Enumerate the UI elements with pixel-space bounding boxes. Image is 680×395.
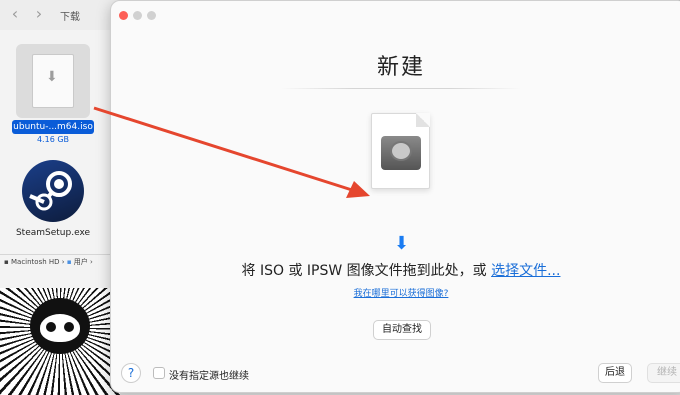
file-name[interactable]: SteamSetup.exe — [8, 228, 98, 238]
raccoon-eye — [46, 322, 56, 332]
path-segment[interactable]: Macintosh HD — [11, 258, 60, 266]
disk-icon: ▪ — [4, 258, 9, 266]
raccoon-image — [30, 298, 90, 354]
desktop-wallpaper — [0, 288, 120, 395]
finder-window: ‹ › 下载 ⬇ ubuntu-...m64.iso 4.16 GB Steam… — [0, 0, 120, 395]
continue-without-source-checkbox[interactable] — [153, 367, 165, 379]
chevron-right-icon[interactable]: › — [30, 6, 48, 24]
new-vm-dialog: 新建 ⬇ 将 ISO 或 IPSW 图像文件拖到此处，或 选择文件... 我在哪… — [110, 0, 680, 393]
path-segment[interactable]: 用户 — [74, 258, 88, 266]
file-name[interactable]: ubuntu-...m64.iso — [12, 120, 94, 134]
iso-file-icon[interactable]: ⬇ — [32, 54, 74, 108]
chevron-right-icon: › — [90, 258, 93, 266]
checkbox-label[interactable]: 没有指定源也继续 — [169, 367, 249, 382]
hard-drive-icon — [381, 136, 421, 170]
chevron-left-icon[interactable]: ‹ — [6, 6, 24, 24]
path-bar: ▪ Macintosh HD › ▪ 用户 › — [0, 254, 120, 268]
drop-text: 将 ISO 或 IPSW 图像文件拖到此处，或 — [241, 263, 492, 279]
folder-icon: ▪ — [66, 258, 72, 266]
choose-file-link[interactable]: 选择文件... — [491, 263, 560, 279]
raccoon-face — [40, 314, 80, 342]
help-button[interactable]: ? — [121, 363, 141, 383]
steam-logo-icon[interactable] — [22, 160, 84, 222]
auto-find-button[interactable]: 自动查找 — [373, 320, 431, 340]
steam-file-item[interactable]: SteamSetup.exe — [8, 160, 98, 240]
arrow-down-icon: ⬇ — [394, 233, 410, 254]
back-button[interactable]: 后退 — [598, 363, 632, 383]
finder-title: 下载 — [60, 12, 80, 23]
raccoon-eye — [64, 322, 74, 332]
divider — [281, 88, 521, 89]
finder-toolbar: ‹ › 下载 — [0, 0, 120, 30]
minimize-button[interactable] — [133, 11, 142, 20]
zoom-button[interactable] — [147, 11, 156, 20]
file-size: 4.16 GB — [36, 135, 70, 144]
page-fold — [416, 113, 430, 127]
iso-file-item[interactable]: ⬇ ubuntu-...m64.iso 4.16 GB — [8, 42, 98, 144]
dialog-title: 新建 — [376, 55, 425, 80]
continue-button[interactable]: 继续 — [647, 363, 680, 383]
close-button[interactable] — [119, 11, 128, 20]
platter — [390, 141, 412, 161]
drop-instructions: 将 ISO 或 IPSW 图像文件拖到此处，或 选择文件... — [111, 260, 680, 280]
where-to-get-image-link[interactable]: 我在哪里可以获得图像? — [111, 286, 680, 299]
disk-image-icon[interactable] — [371, 113, 430, 189]
arrow-down-icon: ⬇ — [46, 69, 58, 85]
